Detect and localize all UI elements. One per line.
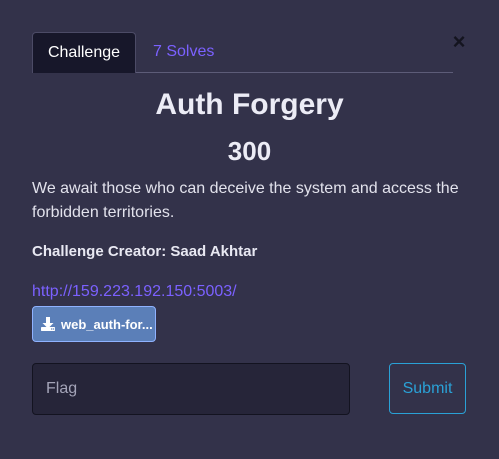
- tab-solves[interactable]: 7 Solves: [153, 32, 214, 73]
- challenge-link[interactable]: http://159.223.192.150:5003/: [32, 283, 237, 301]
- challenge-points: 300: [227, 136, 272, 166]
- close-icon[interactable]: ×: [450, 31, 468, 53]
- challenge-tabs: Challenge 7 Solves: [32, 32, 453, 73]
- submit-button[interactable]: Submit: [389, 363, 466, 414]
- challenge-description: We await those who can deceive the syste…: [32, 180, 459, 221]
- download-icon: [40, 316, 56, 332]
- tab-challenge[interactable]: Challenge: [32, 32, 136, 73]
- challenge-creator: Challenge Creator: Saad Akhtar: [32, 243, 258, 260]
- flag-input[interactable]: [32, 363, 350, 415]
- download-file-label: web_auth-for...: [61, 316, 153, 332]
- download-file-button[interactable]: web_auth-for...: [32, 306, 156, 342]
- challenge-title: Auth Forgery: [155, 88, 344, 121]
- challenge-modal: Challenge 7 Solves × Auth Forgery 300 We…: [0, 0, 499, 459]
